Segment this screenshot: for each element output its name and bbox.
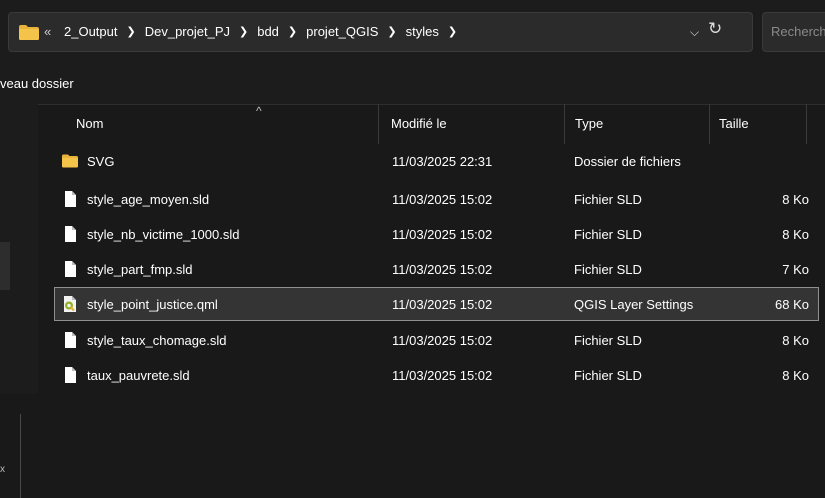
file-name: SVG [87, 154, 115, 169]
file-name: style_part_fmp.sld [87, 262, 193, 277]
sort-ascending-icon: ^ [256, 104, 262, 118]
file-row-style-nb-victime-1000[interactable]: style_nb_victime_1000.sld 11/03/2025 15:… [54, 217, 819, 251]
file-icon [65, 332, 76, 348]
file-row-style-part-fmp[interactable]: style_part_fmp.sld 11/03/2025 15:02 Fich… [54, 252, 819, 286]
column-header-type[interactable]: Type [575, 116, 603, 131]
chevron-right-icon[interactable]: ❯ [381, 25, 402, 38]
column-divider[interactable] [806, 104, 807, 144]
file-modified: 11/03/2025 15:02 [392, 227, 493, 242]
file-modified: 11/03/2025 15:02 [392, 192, 493, 207]
breadcrumb-item-2-output[interactable]: 2_Output [61, 24, 121, 39]
navigation-pane-selected-item[interactable] [0, 242, 10, 290]
file-type: Fichier SLD [574, 262, 642, 277]
refresh-icon[interactable]: ↻ [708, 19, 722, 39]
file-modified: 11/03/2025 15:02 [392, 297, 493, 312]
file-size: 8 Ko [782, 192, 809, 207]
file-icon [65, 261, 76, 277]
breadcrumb-item-projet-qgis[interactable]: projet_QGIS [303, 24, 381, 39]
column-divider[interactable] [564, 104, 565, 144]
address-bar[interactable]: « 2_Output ❯ Dev_projet_PJ ❯ bdd ❯ proje… [8, 12, 753, 52]
breadcrumb-overflow[interactable]: « [44, 24, 51, 39]
breadcrumb-item-bdd[interactable]: bdd [254, 24, 282, 39]
file-size: 8 Ko [782, 333, 809, 348]
file-name: style_nb_victime_1000.sld [87, 227, 240, 242]
navigation-pane-item-fragment[interactable]: x [0, 464, 5, 475]
file-name: style_taux_chomage.sld [87, 333, 227, 348]
file-row-taux-pauvrete[interactable]: taux_pauvrete.sld 11/03/2025 15:02 Fichi… [54, 358, 819, 392]
breadcrumb: 2_Output ❯ Dev_projet_PJ ❯ bdd ❯ projet_… [61, 24, 463, 39]
file-type: Fichier SLD [574, 192, 642, 207]
chevron-right-icon[interactable]: ❯ [233, 25, 254, 38]
column-header-name[interactable]: Nom [76, 116, 103, 131]
navigation-pane-scrollbar[interactable] [20, 414, 21, 498]
file-type: Dossier de fichiers [574, 154, 681, 169]
folder-icon [19, 25, 39, 40]
column-header-row: ^ Nom Modifié le Type Taille [38, 104, 825, 144]
file-icon [65, 226, 76, 242]
folder-icon [62, 154, 78, 168]
file-name: taux_pauvrete.sld [87, 368, 190, 383]
address-bar-row: « 2_Output ❯ Dev_projet_PJ ❯ bdd ❯ proje… [0, 0, 825, 62]
file-type: Fichier SLD [574, 333, 642, 348]
file-size: 8 Ko [782, 368, 809, 383]
column-header-size[interactable]: Taille [719, 116, 749, 131]
chevron-right-icon[interactable]: ❯ [121, 25, 142, 38]
file-modified: 11/03/2025 15:02 [392, 368, 493, 383]
chevron-right-icon[interactable]: ❯ [282, 25, 303, 38]
file-name: style_age_moyen.sld [87, 192, 210, 207]
navigation-pane: x [0, 104, 38, 498]
chevron-right-icon[interactable]: ❯ [442, 25, 463, 38]
column-header-modified[interactable]: Modifié le [391, 116, 447, 131]
new-folder-button[interactable]: veau dossier [0, 76, 74, 91]
qgis-file-icon [64, 296, 76, 312]
column-divider[interactable] [378, 104, 379, 144]
file-icon [65, 367, 76, 383]
file-row-svg[interactable]: SVG 11/03/2025 22:31 Dossier de fichiers [54, 144, 819, 178]
file-type: Fichier SLD [574, 368, 642, 383]
file-type: QGIS Layer Settings [574, 297, 694, 312]
chevron-down-icon[interactable]: ⌵ [690, 25, 699, 40]
column-divider[interactable] [709, 104, 710, 144]
file-icon [65, 191, 76, 207]
file-name: style_point_justice.qml [87, 297, 218, 312]
file-size: 7 Ko [782, 262, 809, 277]
file-modified: 11/03/2025 15:02 [392, 333, 493, 348]
file-row-style-taux-chomage[interactable]: style_taux_chomage.sld 11/03/2025 15:02 … [54, 323, 819, 357]
command-toolbar: veau dossier [0, 62, 825, 105]
file-row-style-age-moyen[interactable]: style_age_moyen.sld 11/03/2025 15:02 Fic… [54, 182, 819, 216]
file-row-style-point-justice[interactable]: style_point_justice.qml 11/03/2025 15:02… [54, 287, 819, 321]
file-modified: 11/03/2025 15:02 [392, 262, 493, 277]
file-size: 68 Ko [775, 297, 809, 312]
breadcrumb-item-dev-projet-pj[interactable]: Dev_projet_PJ [142, 24, 233, 39]
file-modified: 11/03/2025 22:31 [392, 154, 493, 169]
search-input[interactable]: Recherch [762, 12, 825, 52]
file-size: 8 Ko [782, 227, 809, 242]
breadcrumb-item-styles[interactable]: styles [403, 24, 442, 39]
search-placeholder: Recherch [771, 24, 825, 39]
file-type: Fichier SLD [574, 227, 642, 242]
